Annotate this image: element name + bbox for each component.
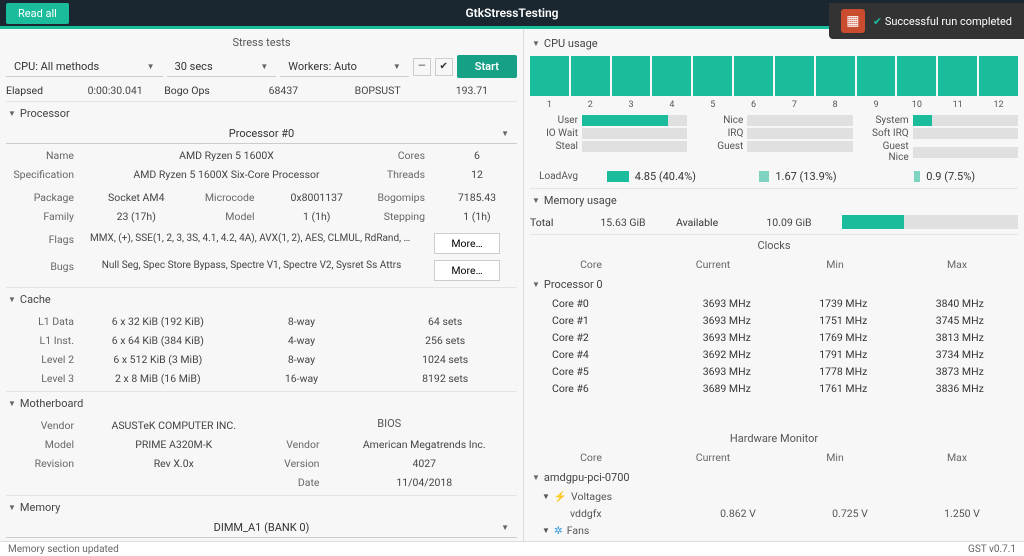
core-bar (612, 56, 651, 96)
bugs-more-button[interactable]: More… (434, 260, 499, 281)
processor-header[interactable]: ▼Processor (6, 103, 517, 124)
core-bar (816, 56, 855, 96)
toast: ▦ ✔ Successful run completed (829, 3, 1024, 39)
start-button[interactable]: Start (457, 55, 517, 78)
clock-row: Core #53693 MHz1778 MHz3873 MHz (530, 363, 1018, 380)
chevron-down-icon: ▼ (393, 62, 401, 71)
op-label: BOPSUST (333, 84, 423, 97)
fans-header[interactable]: ▼✲Fans (542, 522, 1018, 539)
processor-select[interactable]: Processor #0▼ (6, 124, 517, 144)
right-panel: ▼CPU usage 123456789101112 User IO Wait … (524, 29, 1024, 541)
motherboard-header[interactable]: ▼Motherboard (6, 393, 517, 414)
hw-device-header[interactable]: ▼amdgpu-pci-0700 (530, 467, 1018, 488)
core-bar (652, 56, 691, 96)
chevron-down-icon: ▼ (260, 62, 268, 71)
clock-row: Core #23693 MHz1769 MHz3813 MHz (530, 329, 1018, 346)
core-bar (571, 56, 610, 96)
core-bar (693, 56, 732, 96)
memory-usage-header[interactable]: ▼Memory usage (530, 190, 1018, 211)
dash-button[interactable]: — (413, 58, 431, 76)
elapsed-value: 0:00:30.041 (70, 84, 160, 97)
core-bar (734, 56, 773, 96)
duration-select[interactable]: 30 secs▼ (167, 57, 277, 77)
elapsed-label: Elapsed (6, 84, 66, 97)
core-bar (979, 56, 1018, 96)
chevron-down-icon: ▼ (147, 62, 155, 71)
core-bar (897, 56, 936, 96)
core-bar (530, 56, 569, 96)
core-bar (857, 56, 896, 96)
core-bar (938, 56, 977, 96)
clock-row: Core #13693 MHz1751 MHz3745 MHz (530, 312, 1018, 329)
toast-message: ✔ Successful run completed (873, 15, 1012, 28)
memory-header[interactable]: ▼Memory (6, 497, 517, 518)
clock-row: Core #43692 MHz1791 MHz3734 MHz (530, 346, 1018, 363)
stress-title: Stress tests (6, 33, 517, 52)
clock-row: Core #03693 MHz1739 MHz3840 MHz (530, 295, 1018, 312)
bogo-label: Bogo Ops (164, 84, 234, 97)
cache-header[interactable]: ▼Cache (6, 289, 517, 310)
voltages-header[interactable]: ▼⚡Voltages (542, 488, 1018, 505)
read-all-button[interactable]: Read all (6, 3, 69, 24)
flags-more-button[interactable]: More… (434, 233, 499, 254)
left-panel: Stress tests CPU: All methods▼ 30 secs▼ … (0, 29, 524, 541)
memory-bar (842, 215, 1018, 229)
fan-icon: ✲ (554, 524, 563, 537)
clocks-proc-header[interactable]: ▼Processor 0 (530, 274, 1018, 295)
memory-bank-select[interactable]: DIMM_A1 (BANK 0)▼ (6, 518, 517, 538)
bogo-value: 68437 (238, 84, 328, 97)
app-title: GtkStressTesting (465, 6, 558, 20)
clock-row: Core #63689 MHz1761 MHz3836 MHz (530, 380, 1018, 397)
clocks-table: Core #03693 MHz1739 MHz3840 MHzCore #136… (530, 295, 1018, 397)
cpu-chip-icon: ▦ (841, 9, 865, 33)
statusbar: Memory section updated GST v0.7.1 (0, 541, 1024, 556)
bolt-icon: ⚡ (554, 490, 567, 503)
cpu-method-select[interactable]: CPU: All methods▼ (6, 57, 163, 77)
core-bar (775, 56, 814, 96)
check-button[interactable]: ✔ (435, 58, 453, 76)
cpu-cores-graph (530, 54, 1018, 98)
workers-select[interactable]: Workers: Auto▼ (280, 57, 408, 77)
op-value: 193.71 (427, 84, 517, 97)
